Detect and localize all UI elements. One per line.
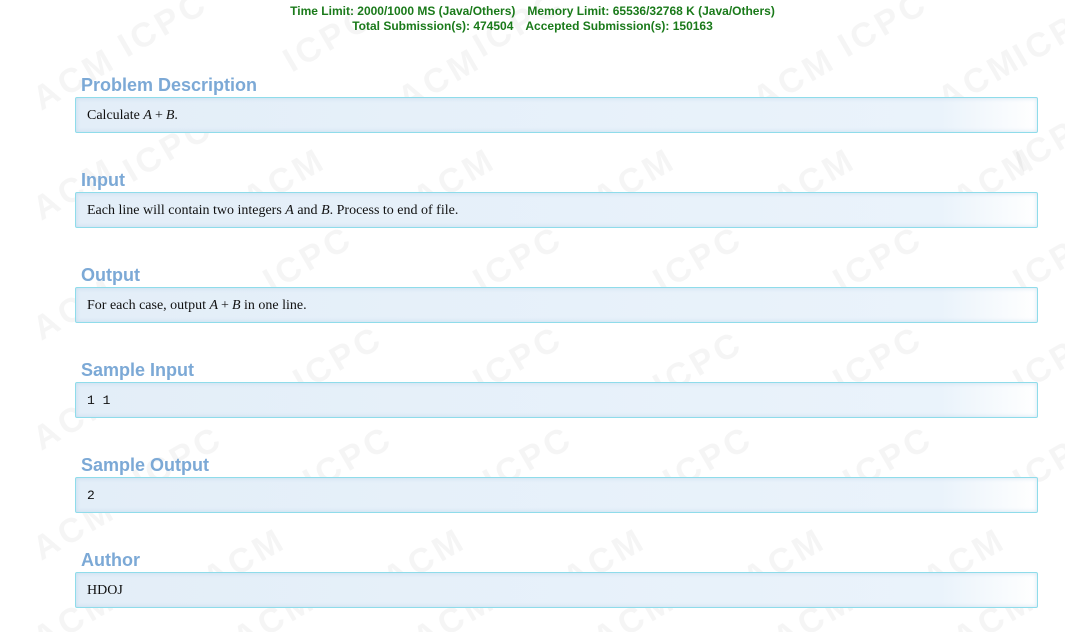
section-title: Problem Description bbox=[81, 75, 258, 95]
section-panel: Each line will contain two integers A an… bbox=[75, 192, 1038, 228]
problem-limits: Time Limit: 2000/1000 MS (Java/Others) Me… bbox=[0, 0, 1065, 34]
text-fragment: Each line will contain two integers bbox=[87, 203, 286, 218]
output-text: For each case, output A + B in one line. bbox=[87, 297, 307, 315]
section-panel: 2 bbox=[75, 477, 1038, 513]
section-panel: HDOJ bbox=[75, 572, 1038, 608]
section-panel: For each case, output A + B in one line. bbox=[75, 287, 1038, 323]
author-text: HDOJ bbox=[87, 583, 123, 598]
text-fragment: For each case, output bbox=[87, 298, 210, 313]
section-title: Sample Input bbox=[81, 360, 195, 380]
time-limit: Time Limit: 2000/1000 MS (Java/Others) bbox=[290, 4, 516, 18]
limits-line-2: Total Submission(s): 474504 Accepted Subm… bbox=[0, 19, 1065, 34]
section-title: Input bbox=[81, 170, 125, 190]
total-submissions: Total Submission(s): 474504 bbox=[352, 19, 514, 33]
math-variable: A bbox=[285, 203, 294, 218]
section-title: Author bbox=[81, 550, 140, 570]
math-variable: A bbox=[143, 108, 152, 123]
math-variable: A bbox=[209, 298, 219, 313]
sample-output-text[interactable]: 2 bbox=[87, 487, 95, 505]
problem-page: Time Limit: 2000/1000 MS (Java/Others) Me… bbox=[0, 0, 1065, 608]
math-operator: + bbox=[154, 108, 163, 123]
section-panel: Calculate A + B. bbox=[75, 97, 1038, 133]
text-fragment: Calculate bbox=[87, 108, 144, 123]
problem-description-text: Calculate A + B. bbox=[87, 107, 178, 125]
sample-input-text[interactable]: 1 1 bbox=[87, 392, 110, 410]
section-title: Sample Output bbox=[81, 455, 210, 475]
text-fragment: in one line. bbox=[240, 298, 307, 313]
text-fragment: . Process to end of file. bbox=[329, 203, 459, 218]
section-panel: 1 1 bbox=[75, 382, 1038, 418]
text-fragment: and bbox=[293, 203, 322, 218]
math-variable: B bbox=[321, 203, 330, 218]
memory-limit: Memory Limit: 65536/32768 K (Java/Others… bbox=[527, 4, 775, 18]
input-text: Each line will contain two integers A an… bbox=[87, 202, 458, 220]
limits-line-1: Time Limit: 2000/1000 MS (Java/Others) Me… bbox=[0, 4, 1065, 19]
section-title: Output bbox=[81, 265, 140, 285]
math-operator: + bbox=[221, 298, 229, 313]
text-fragment: . bbox=[174, 108, 178, 123]
math-variable: B bbox=[231, 298, 241, 313]
accepted-submissions: Accepted Submission(s): 150163 bbox=[525, 19, 713, 33]
